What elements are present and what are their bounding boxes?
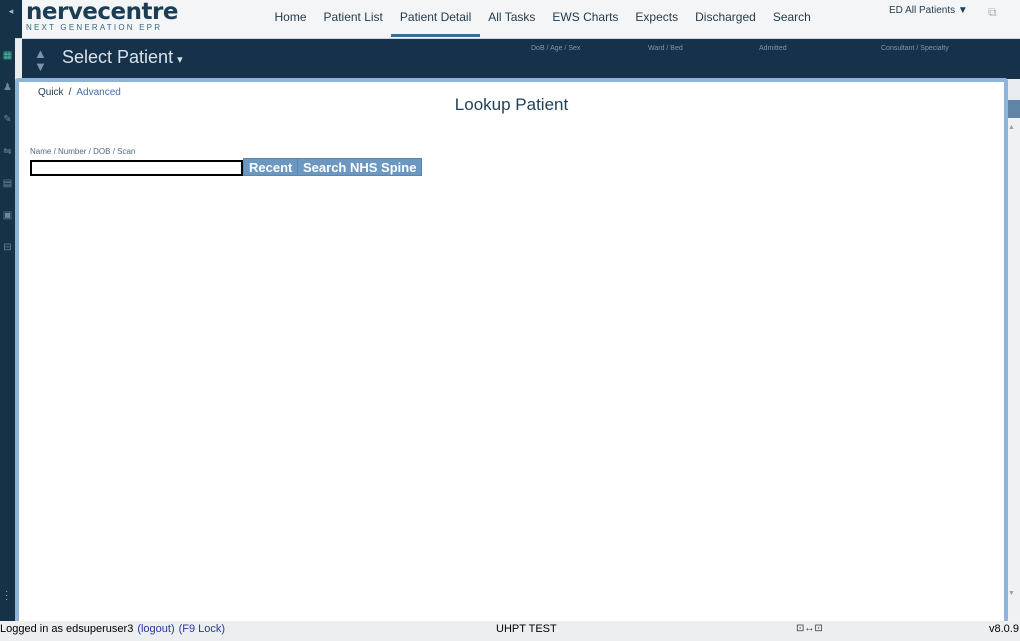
lookup-patient-dialog: Quick / Advanced Lookup Patient Name / Num… (15, 78, 1008, 627)
nav-patient-list[interactable]: Patient List (315, 0, 391, 34)
search-nhs-spine-button[interactable]: Search NHS Spine (297, 158, 423, 176)
connection-status-icon: ⊡↔⊡ (796, 623, 823, 634)
select-patient-dropdown[interactable]: Select Patient ▾ (62, 47, 183, 68)
scroll-down-icon[interactable]: ▼ (1008, 590, 1015, 597)
version-label: v8.0.9 (989, 623, 1019, 635)
top-navigation-bar: ◂ nervecentre NEXT GENERATION EPR Home P… (0, 0, 1020, 39)
status-bar: Logged in as edsuperuser3 (logout) (F9 Loc… (0, 621, 1020, 641)
logout-link[interactable]: (logout) (137, 623, 174, 635)
recent-button[interactable]: Recent (243, 158, 299, 176)
app-logo: nervecentre NEXT GENERATION EPR (26, 1, 178, 33)
bed-icon[interactable]: ⊟ (2, 242, 13, 253)
nav-patient-detail[interactable]: Patient Detail (391, 0, 480, 37)
nav-all-tasks[interactable]: All Tasks (480, 0, 544, 34)
logged-in-text: Logged in as edsuperuser3 (0, 623, 134, 635)
left-icon-rail: ▦ ♟ ✎ ⇋ ▤ ▣ ⊟ (0, 38, 15, 621)
more-options-icon[interactable]: · · · (5, 587, 11, 605)
scroll-up-icon[interactable]: ▲ (1008, 124, 1015, 131)
patient-list-icon[interactable]: ▦ (2, 50, 13, 61)
collapse-arrow-icon[interactable]: ◂ (0, 0, 22, 38)
nav-discharged[interactable]: Discharged (687, 0, 765, 34)
clipboard-icon[interactable]: ▣ (2, 210, 13, 221)
nav-ews-charts[interactable]: EWS Charts (544, 0, 627, 34)
nav-home[interactable]: Home (266, 0, 315, 34)
pen-icon[interactable]: ✎ (2, 114, 13, 125)
logo-main-text: nervecentre (26, 0, 178, 25)
patient-search-input[interactable] (30, 160, 243, 176)
ward-selector-dropdown[interactable]: ED All Patients ▼ (889, 5, 968, 16)
patient-nav-arrows: ▲ ▼ (34, 47, 47, 73)
next-patient-icon[interactable]: ▼ (34, 60, 47, 73)
chevron-down-icon: ▾ (177, 54, 183, 66)
flow-icon[interactable]: ⇋ (2, 146, 13, 157)
lock-link[interactable]: (F9 Lock) (179, 623, 225, 635)
login-status: Logged in as edsuperuser3 (logout) (F9 Loc… (0, 623, 225, 635)
patient-banner: ▲ ▼ Select Patient ▾ DoB / Age / Sex Ward… (22, 39, 1020, 79)
select-patient-label: Select Patient (62, 47, 174, 67)
banner-col-dob: DoB / Age / Sex (531, 45, 581, 52)
banner-col-consultant: Consultant / Specialty (881, 45, 949, 52)
banner-col-admitted: Admitted (759, 45, 787, 52)
search-field-label: Name / Number / DOB / Scan (30, 147, 136, 156)
nav-search[interactable]: Search (764, 0, 819, 34)
main-nav: Home Patient List Patient Detail All Tas… (266, 0, 819, 38)
banner-col-ward: Ward / Bed (648, 45, 683, 52)
popout-window-icon[interactable]: ⧉ (988, 5, 1000, 19)
person-icon[interactable]: ♟ (2, 82, 13, 93)
environment-label: UHPT TEST (496, 623, 557, 635)
dialog-title: Lookup Patient (454, 95, 569, 114)
logo-sub-text: NEXT GENERATION EPR (26, 23, 163, 32)
archive-icon[interactable]: ▤ (2, 178, 13, 189)
nav-expects[interactable]: Expects (627, 0, 687, 34)
